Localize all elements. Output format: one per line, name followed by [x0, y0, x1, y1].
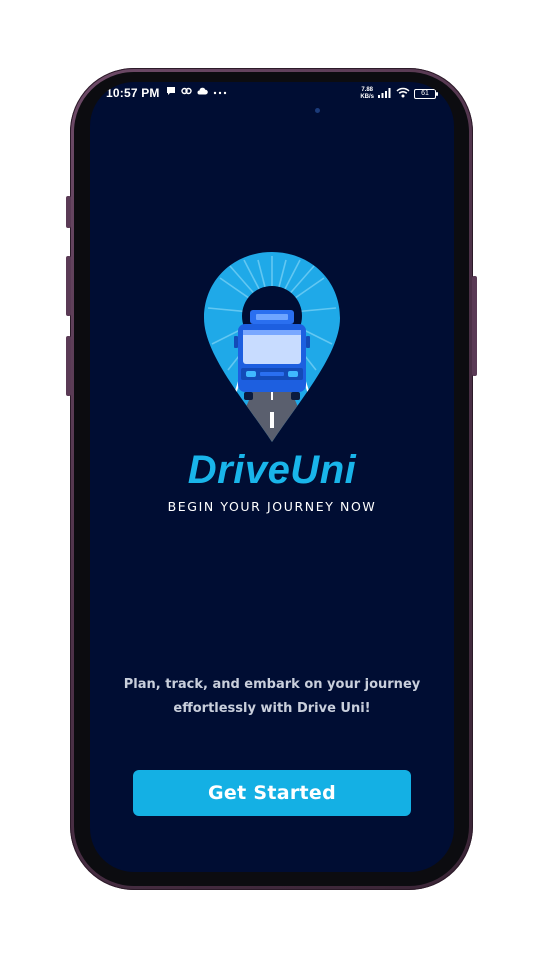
- wifi-icon: [396, 85, 410, 103]
- brand-title: DriveUni: [187, 448, 357, 492]
- description-line-2: effortlessly with Drive Uni!: [173, 701, 371, 716]
- phone-volume-down-button: [66, 336, 71, 396]
- phone-side-button: [66, 196, 71, 228]
- get-started-button[interactable]: Get Started: [133, 770, 411, 816]
- phone-volume-up-button: [66, 256, 71, 316]
- status-bar: 10:57 PM 7.88 KB/s 61: [90, 82, 454, 106]
- link-icon: [181, 86, 192, 99]
- bus-location-logo: [204, 250, 340, 444]
- brand-tagline: BEGIN YOUR JOURNEY NOW: [167, 499, 377, 514]
- app-screen: 10:57 PM 7.88 KB/s 61 DriveUni BEGIN YOU…: [90, 82, 454, 872]
- battery-icon: 61: [414, 89, 438, 99]
- system-status-icons: 7.88 KB/s 61: [360, 85, 438, 103]
- network-speed: 7.88 KB/s: [360, 87, 374, 100]
- chat-icon: [166, 86, 176, 99]
- notification-icons: [166, 86, 227, 99]
- signal-icon: [378, 85, 392, 103]
- phone-power-button: [472, 276, 477, 376]
- status-time: 10:57 PM: [106, 86, 160, 100]
- description-line-1: Plan, track, and embark on your journey: [123, 677, 421, 692]
- cloud-icon: [197, 87, 208, 98]
- front-camera: [315, 108, 320, 113]
- app-description: Plan, track, and embark on your journey …: [112, 673, 432, 721]
- more-icon: [213, 87, 227, 98]
